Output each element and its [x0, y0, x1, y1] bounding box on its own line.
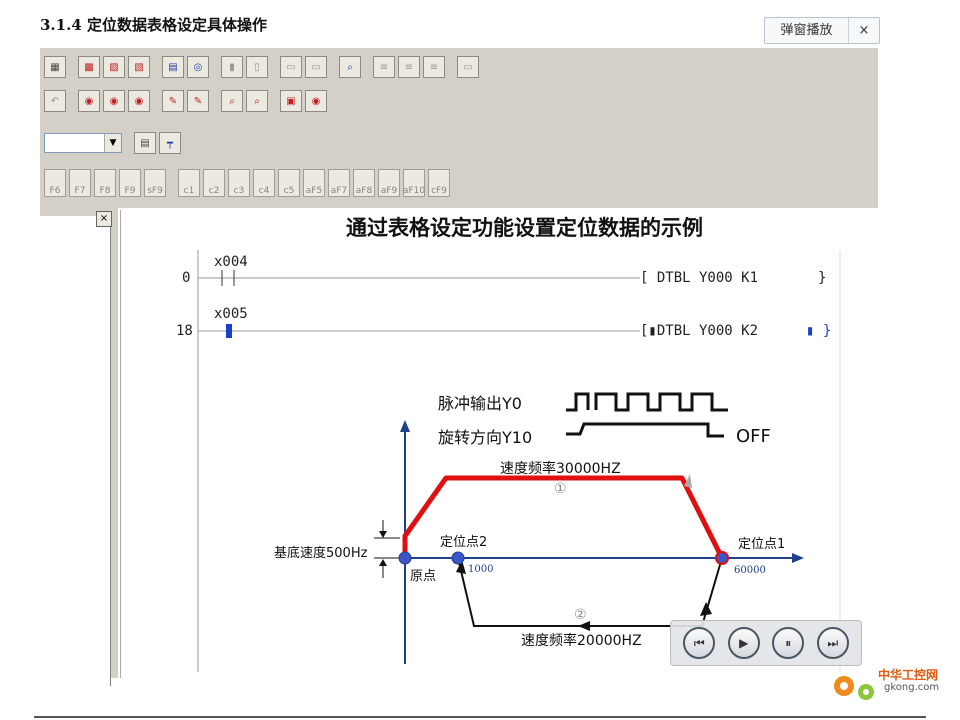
speed-bottom-label: 速度频率20000HZ: [521, 633, 642, 649]
direction-label: 旋转方向Y10: [438, 428, 533, 447]
logo-domain: gkong.com: [884, 682, 940, 693]
circle-1-label: ①: [554, 481, 567, 497]
rung-1-step: 18: [176, 323, 193, 339]
origin-point: [398, 551, 412, 565]
rung-0-instruction: [ DTBL Y000 K1: [640, 270, 759, 286]
rung-1-end: ▮ }: [806, 323, 832, 339]
base-speed-arrow-up-icon: [379, 559, 387, 566]
bottom-divider: [34, 716, 926, 718]
play-icon[interactable]: ▶: [727, 627, 760, 659]
rung-1-contact-label: x005: [214, 306, 248, 322]
rung-1-instruction: [▮DTBL Y000 K2: [640, 323, 759, 339]
origin-label: 原点: [410, 569, 437, 584]
site-logo: 中华工控网 gkong.com: [826, 662, 946, 712]
pulse-wave: [594, 392, 728, 412]
return-arrow-down-icon: [700, 602, 712, 616]
off-label: OFF: [736, 426, 771, 447]
x-axis-arrow-icon: [792, 553, 804, 563]
rung-0-step: 0: [182, 270, 191, 286]
pulse-output-label: 脉冲输出Y0: [438, 394, 522, 413]
logo-name: 中华工控网: [878, 668, 939, 682]
point2-label: 定位点2: [440, 535, 488, 550]
point1-label: 定位点1: [738, 537, 786, 552]
contact-x005-active: [226, 324, 232, 338]
next-icon[interactable]: ⏭: [816, 627, 849, 659]
point1-value: 60000: [734, 565, 766, 576]
point2-marker: [451, 551, 465, 565]
media-controls: ⏮ ▶ ⏸ ⏭: [670, 620, 862, 666]
point1-marker: [715, 551, 729, 565]
pulse-wave-start: [566, 392, 590, 412]
rung-0-end: }: [818, 270, 827, 286]
direction-wave: [566, 422, 724, 438]
base-speed-label: 基底速度500Hz: [274, 546, 368, 561]
gear-icon: [834, 676, 874, 700]
previous-icon[interactable]: ⏮: [683, 627, 716, 659]
speed-top-label: 速度频率30000HZ: [500, 461, 621, 477]
y-axis-arrow-icon: [400, 420, 410, 432]
circle-2-label: ②: [574, 607, 587, 623]
point2-value: 1000: [468, 564, 494, 575]
return-speed-profile: [457, 557, 723, 627]
base-speed-arrow-down-icon: [379, 531, 387, 538]
rung-0-contact-label: x004: [214, 254, 248, 270]
pause-icon[interactable]: ⏸: [772, 627, 805, 659]
ladder-diagram-svg: [197, 250, 841, 672]
